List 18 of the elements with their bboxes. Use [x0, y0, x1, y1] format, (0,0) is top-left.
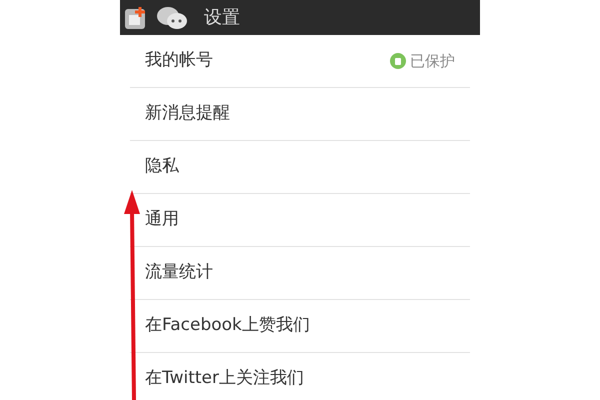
settings-row[interactable]: 新消息提醒: [130, 88, 470, 141]
protected-status: 已保护: [410, 50, 455, 72]
settings-row[interactable]: 流量统计: [130, 247, 470, 300]
settings-row[interactable]: 在Facebook上赞我们: [130, 300, 470, 353]
screen-title: 设置: [204, 6, 240, 30]
settings-row[interactable]: 在Twitter上关注我们: [130, 353, 470, 400]
row-label: 流量统计: [145, 261, 213, 284]
row-label: 在Facebook上赞我们: [145, 314, 310, 338]
lock-icon: [390, 53, 406, 69]
row-label: 通用: [145, 208, 179, 232]
settings-row[interactable]: 隐私: [130, 141, 470, 194]
row-label: 隐私: [145, 155, 179, 178]
chat-bubbles-icon: [156, 4, 188, 30]
row-label: 我的帐号: [145, 49, 213, 72]
row-label: 在Twitter上关注我们: [145, 367, 304, 390]
row-label: 新消息提醒: [145, 102, 230, 126]
add-icon[interactable]: [124, 6, 148, 30]
settings-row[interactable]: 我的帐号 已保护: [130, 35, 470, 88]
